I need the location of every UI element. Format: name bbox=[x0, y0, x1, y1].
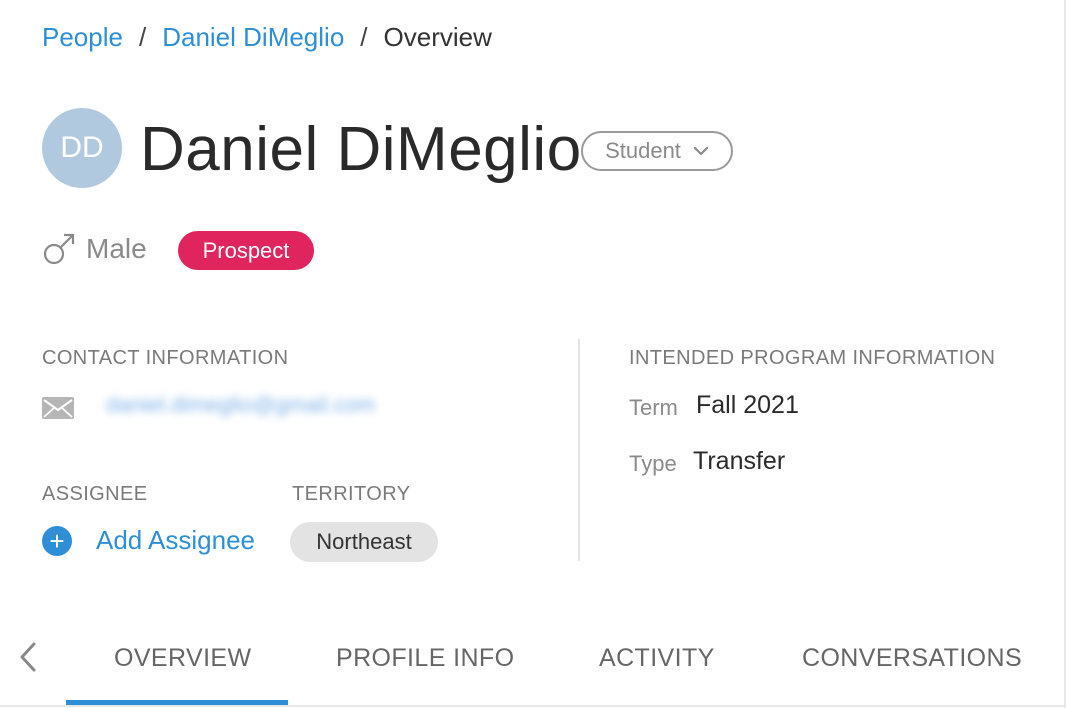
tab-overview[interactable]: OVERVIEW bbox=[114, 644, 252, 673]
avatar-initials: DD bbox=[60, 131, 104, 164]
chevron-down-icon bbox=[693, 146, 709, 156]
tab-activity[interactable]: ACTIVITY bbox=[599, 644, 715, 673]
breadcrumb-separator: / bbox=[138, 22, 147, 52]
envelope-icon bbox=[42, 397, 74, 419]
breadcrumb-people-link[interactable]: People bbox=[42, 22, 123, 53]
tab-conversations[interactable]: CONVERSATIONS bbox=[802, 644, 1022, 673]
section-divider bbox=[578, 339, 580, 561]
gender: Male bbox=[42, 232, 147, 266]
chevron-left-icon[interactable] bbox=[16, 640, 40, 674]
role-select-value: Student bbox=[605, 138, 681, 163]
breadcrumb-separator: / bbox=[360, 22, 368, 52]
breadcrumb-person-link[interactable]: Daniel DiMeglio bbox=[162, 22, 344, 53]
role-select[interactable]: Student bbox=[581, 131, 733, 171]
type-value: Transfer bbox=[693, 447, 786, 475]
tabs-divider bbox=[0, 705, 1066, 707]
assignee-heading: ASSIGNEE bbox=[42, 483, 148, 505]
add-assignee-button[interactable]: + Add Assignee bbox=[42, 525, 255, 556]
breadcrumb: People / Daniel DiMeglio / Overview bbox=[42, 22, 492, 53]
program-information-heading: INTENDED PROGRAM INFORMATION bbox=[629, 347, 996, 369]
male-icon bbox=[43, 233, 75, 265]
status-badge: Prospect bbox=[178, 231, 314, 270]
avatar: DD bbox=[42, 108, 122, 188]
territory-heading: TERRITORY bbox=[292, 483, 411, 505]
contact-information-heading: CONTACT INFORMATION bbox=[42, 347, 289, 369]
term-label: Term bbox=[629, 395, 678, 420]
gender-label: Male bbox=[86, 233, 147, 264]
type-label: Type bbox=[629, 451, 677, 476]
breadcrumb-current: Overview bbox=[383, 22, 492, 52]
add-assignee-label: Add Assignee bbox=[96, 525, 256, 555]
email-link[interactable]: daniel.dimeglio@gmail.com bbox=[106, 392, 375, 418]
plus-icon: + bbox=[42, 525, 72, 556]
territory-chip[interactable]: Northeast bbox=[290, 522, 438, 562]
person-name: Daniel DiMeglio bbox=[140, 115, 582, 184]
tab-profile-info[interactable]: PROFILE INFO bbox=[336, 644, 514, 673]
term-value: Fall 2021 bbox=[696, 391, 799, 419]
